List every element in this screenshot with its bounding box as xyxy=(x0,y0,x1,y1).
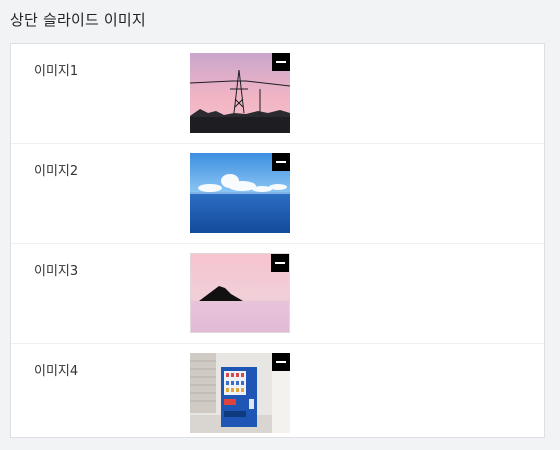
minus-icon xyxy=(276,61,286,63)
minus-icon xyxy=(275,262,285,264)
image-thumbnail-2[interactable] xyxy=(190,153,290,233)
image-thumbnail-4[interactable] xyxy=(190,353,290,433)
remove-image-button-3[interactable] xyxy=(271,254,289,272)
image-label-4: 이미지4 xyxy=(34,364,79,379)
image-label-2: 이미지2 xyxy=(34,164,79,179)
minus-icon xyxy=(276,161,286,163)
image-label-3: 이미지3 xyxy=(34,264,79,279)
image-thumbnail-1[interactable] xyxy=(190,53,290,133)
remove-image-button-4[interactable] xyxy=(272,353,290,371)
remove-image-button-2[interactable] xyxy=(272,153,290,171)
image-thumbnail-3[interactable] xyxy=(190,253,290,333)
section-title: 상단 슬라이드 이미지 xyxy=(10,11,146,29)
image-row-2: 이미지2 xyxy=(11,144,544,244)
image-row-3: 이미지3 xyxy=(11,244,544,344)
remove-image-button-1[interactable] xyxy=(272,53,290,71)
image-list-panel: 이미지1 이미지2 이미지3 이미지4 xyxy=(10,43,545,438)
minus-icon xyxy=(276,361,286,363)
image-row-1: 이미지1 xyxy=(11,44,544,144)
image-row-4: 이미지4 xyxy=(11,344,544,443)
image-label-1: 이미지1 xyxy=(34,64,79,79)
